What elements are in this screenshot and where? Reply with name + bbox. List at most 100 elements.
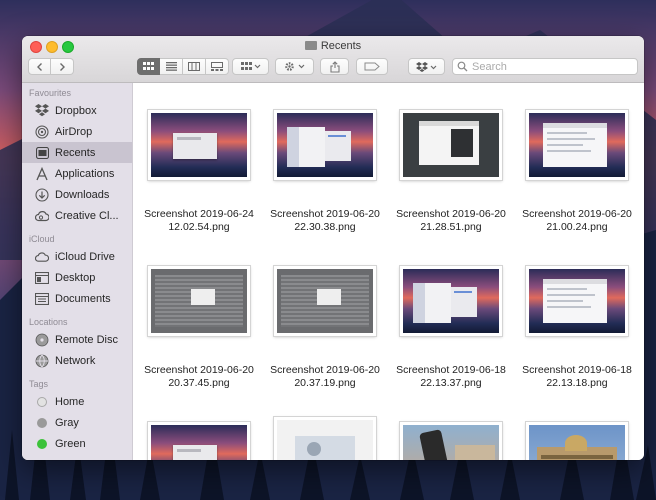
- nav-buttons: [28, 58, 74, 75]
- share-icon: [329, 60, 340, 73]
- file-name-line1: Screenshot 2019-06-20: [270, 208, 380, 220]
- file-thumbnail: [148, 266, 250, 336]
- dropbox-icon: [35, 104, 49, 118]
- file-item[interactable]: Screenshot 2019-06-18 22.13.18.png: [514, 266, 640, 390]
- file-thumbnail: [526, 110, 628, 180]
- thumbnail-image: [277, 113, 373, 177]
- finder-window: Recents Search Favourites Dropbox AirDro…: [22, 36, 644, 460]
- group-by-button[interactable]: [232, 58, 269, 75]
- column-view-button[interactable]: [183, 58, 206, 75]
- sidebar-item-label: Recents: [55, 146, 96, 159]
- file-name-line2: 22.13.37.png: [420, 377, 482, 389]
- file-item[interactable]: Screenshot 2019-06-20 21.00.24.png: [514, 110, 640, 234]
- file-name-line2: 22.13.18.png: [546, 377, 608, 389]
- thumbnail-image: [529, 113, 625, 177]
- file-item[interactable]: Screenshot 2019-06-18 22.13.37.png: [388, 266, 514, 390]
- search-input[interactable]: Search: [452, 58, 638, 75]
- column-view-icon: [188, 62, 200, 71]
- file-thumbnail: [148, 422, 250, 460]
- sidebar-item-label: iCloud Drive: [55, 250, 115, 263]
- network-icon: [35, 354, 49, 368]
- search-placeholder: Search: [472, 60, 507, 73]
- file-name: Screenshot 2019-06-20 21.28.51.png: [388, 208, 514, 234]
- file-item[interactable]: Screenshot 2019-06-20 20.37.45.png: [136, 266, 262, 390]
- sidebar-item-network[interactable]: Network: [22, 350, 132, 371]
- chevron-right-icon: [60, 62, 65, 71]
- file-thumbnail: [274, 110, 376, 180]
- tag-dot-icon: [35, 416, 49, 430]
- sidebar-item-dropbox[interactable]: Dropbox: [22, 100, 132, 121]
- sidebar-item-desktop[interactable]: Desktop: [22, 267, 132, 288]
- file-item[interactable]: [136, 422, 262, 460]
- sidebar-item-remote-disc[interactable]: Remote Disc: [22, 329, 132, 350]
- file-name-line2: 22.30.38.png: [294, 221, 356, 233]
- file-item[interactable]: [262, 417, 388, 460]
- file-item[interactable]: [514, 422, 640, 460]
- file-thumbnail: [148, 110, 250, 180]
- toolbar: Recents Search: [22, 36, 644, 83]
- gallery-view-icon: [211, 62, 223, 71]
- file-grid: Screenshot 2019-06-24 12.02.54.png Screen…: [133, 83, 644, 460]
- sidebar-item-creative-cloud[interactable]: Creative Cl...: [22, 205, 132, 226]
- thumbnail-image: [403, 425, 499, 460]
- gallery-view-button[interactable]: [206, 58, 229, 75]
- sidebar-item-tag-green[interactable]: Green: [22, 433, 132, 454]
- file-thumbnail: [274, 266, 376, 336]
- sidebar-item-documents[interactable]: Documents: [22, 288, 132, 309]
- file-name-line2: 21.00.24.png: [546, 221, 608, 233]
- thumbnail-image: [277, 269, 373, 333]
- sidebar-item-downloads[interactable]: Downloads: [22, 184, 132, 205]
- tags-button[interactable]: [356, 58, 388, 75]
- file-item[interactable]: Screenshot 2019-06-20 21.28.51.png: [388, 110, 514, 234]
- file-thumbnail: [274, 417, 376, 460]
- icon-view-icon: [143, 62, 154, 70]
- sidebar-item-label: Gray: [55, 416, 79, 429]
- icon-view-button[interactable]: [137, 58, 160, 75]
- file-name-line1: Screenshot 2019-06-18: [396, 364, 506, 376]
- sidebar-item-tag-home[interactable]: Home: [22, 391, 132, 412]
- file-name: Screenshot 2019-06-18 22.13.37.png: [388, 364, 514, 390]
- sidebar-item-label: Creative Cl...: [55, 209, 119, 222]
- sidebar-item-label: Downloads: [55, 188, 110, 201]
- tag-dot-icon: [35, 437, 49, 451]
- list-view-button[interactable]: [160, 58, 183, 75]
- dropbox-toolbar-button[interactable]: [408, 58, 445, 75]
- file-name-line1: Screenshot 2019-06-24: [144, 208, 254, 220]
- file-item[interactable]: Screenshot 2019-06-20 22.30.38.png: [262, 110, 388, 234]
- thumbnail-image: [403, 113, 499, 177]
- file-name-line1: Screenshot 2019-06-18: [522, 364, 632, 376]
- sidebar-item-label: Documents: [55, 292, 111, 305]
- sidebar-item-tag-gray[interactable]: Gray: [22, 412, 132, 433]
- file-item[interactable]: Screenshot 2019-06-20 20.37.19.png: [262, 266, 388, 390]
- gear-icon: [284, 62, 304, 71]
- recents-folder-icon: [304, 41, 317, 50]
- sidebar-item-airdrop[interactable]: AirDrop: [22, 121, 132, 142]
- thumbnail-image: [151, 425, 247, 460]
- tag-dot-icon: [35, 395, 49, 409]
- share-button[interactable]: [320, 58, 349, 75]
- action-menu-button[interactable]: [275, 58, 314, 75]
- file-name-line1: Screenshot 2019-06-20: [270, 364, 380, 376]
- sidebar-item-label: Network: [55, 354, 96, 367]
- file-name-line1: Screenshot 2019-06-20: [144, 364, 254, 376]
- list-view-icon: [165, 62, 177, 71]
- back-button[interactable]: [28, 58, 51, 75]
- chevron-left-icon: [36, 62, 42, 71]
- search-icon: [457, 61, 468, 72]
- sidebar-item-applications[interactable]: Applications: [22, 163, 132, 184]
- file-name-line1: Screenshot 2019-06-20: [522, 208, 632, 220]
- thumbnail-image: [151, 113, 247, 177]
- file-item[interactable]: [388, 422, 514, 460]
- file-name: Screenshot 2019-06-20 22.30.38.png: [262, 208, 388, 234]
- sidebar-item-label: Dropbox: [55, 104, 97, 117]
- file-thumbnail: [400, 110, 502, 180]
- sidebar-item-icloud-drive[interactable]: iCloud Drive: [22, 246, 132, 267]
- sidebar: Favourites Dropbox AirDrop Recents Appli…: [22, 83, 133, 460]
- airdrop-icon: [35, 124, 49, 139]
- forward-button[interactable]: [51, 58, 74, 75]
- sidebar-item-label: Green: [55, 437, 86, 450]
- file-name-line2: 20.37.45.png: [168, 377, 230, 389]
- downloads-icon: [35, 187, 49, 202]
- sidebar-item-recents[interactable]: Recents: [22, 142, 132, 163]
- file-item[interactable]: Screenshot 2019-06-24 12.02.54.png: [136, 110, 262, 234]
